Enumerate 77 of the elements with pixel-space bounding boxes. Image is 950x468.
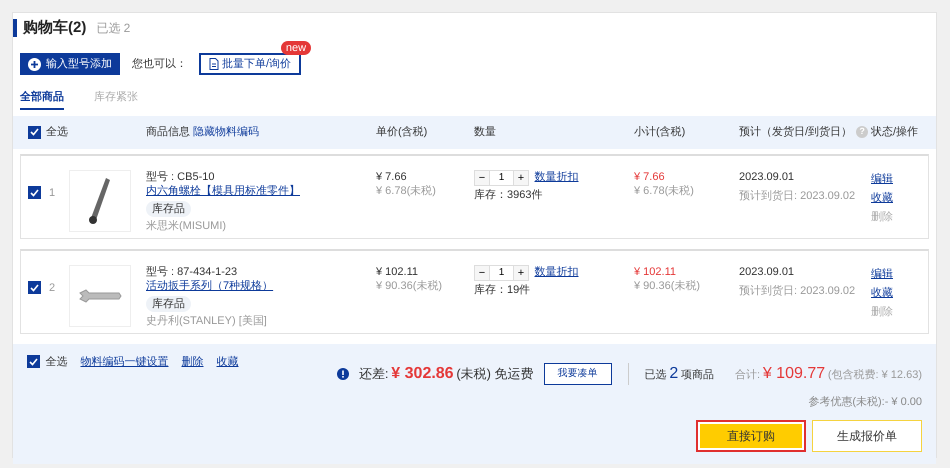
unit-price: ¥ 102.11 [376,264,420,279]
quantity-field[interactable]: 1 [490,264,513,280]
arrival-date: 预计到货日: 2023.09.02 [739,189,856,204]
selected-label: 项商品 [681,368,714,382]
action-link[interactable]: 编辑 [871,170,928,188]
quantity-field[interactable]: 1 [490,170,513,186]
stock-tag: 库存品 [146,201,191,218]
unit-price: ¥ 7.66 [376,170,408,184]
shortfall-amount: ¥ 302.86 [391,364,454,384]
unit-price-net: ¥ 90.36(未税) [376,278,444,294]
footer-link[interactable]: 删除 [182,354,204,370]
select-all-label: 全选 [46,124,68,140]
action-link[interactable]: 收藏 [871,188,928,208]
checkbox[interactable] [28,126,41,138]
subtotal: ¥ 102.11 [634,264,678,279]
discount-note: 参考优惠(未税):- ¥ 0.00 [807,394,922,410]
decrease-button[interactable]: − [474,170,490,186]
product-image [69,264,131,326]
stock-tag: 库存品 [146,296,191,312]
arrival-date: 预计到货日: 2023.09.02 [739,284,856,299]
increase-button[interactable]: + [513,170,529,186]
row-number: 2 [49,282,56,294]
column-header: 小计(含税) [634,124,686,140]
subtotal-net: ¥ 90.36(未税) [634,278,702,294]
column-header: 单价(含税) [376,124,428,140]
model-number: 型号 : 87-434-1-23 [146,264,238,279]
model-number: 型号 : CB5-10 [146,170,216,184]
shortfall-note: (未税) 免运费 [456,364,534,383]
subtotal: ¥ 7.66 [634,170,666,184]
stock-count: 库存：3963件 [474,188,544,203]
total-label: 合计: [735,368,760,382]
selected-count: 2 [669,364,678,384]
ship-date: 2023.09.01 [739,170,796,184]
checkbox[interactable] [28,281,41,294]
also-label: 您也可以： [132,56,187,72]
quantity-discount-link[interactable]: 数量折扣 [534,265,578,280]
selected-label: 已选 [644,368,667,382]
column-header: 状态/操作 [871,124,918,140]
brand-text: 史丹利(STANLEY) [美国] [146,314,268,328]
action-link[interactable]: 编辑 [871,264,928,284]
product-name-link[interactable]: 内六角螺栓【模具用标准零件】 [146,184,300,198]
total-amount: ¥ 109.77 [762,364,826,384]
unit-price-net: ¥ 6.78(未税) [376,184,437,198]
footer-link[interactable]: 收藏 [216,354,238,370]
column-header: 商品信息 [146,126,190,138]
plus-circle-icon [28,58,41,70]
product-image [69,170,131,232]
action-link[interactable]: 收藏 [871,284,928,302]
document-icon [209,58,219,70]
product-name-link[interactable]: 活动扳手系列（7种规格） [146,278,274,294]
ship-date: 2023.09.01 [739,264,796,279]
new-badge: new [280,41,312,55]
stock-count: 库存：19件 [474,283,532,298]
select-all-label: 全选 [46,354,68,370]
shortfall-label: 还差: [358,364,389,382]
add-by-model-button[interactable]: 输入型号添加 [20,53,120,75]
checkbox[interactable] [27,355,40,368]
page-title: 购物车(2) [13,19,86,37]
column-header: 预计（发货日/到货日） [739,124,852,140]
top-up-button[interactable]: 我要凑单 [544,362,612,384]
tax-note: (包含税费: ¥ 12.63) [828,368,922,382]
checkbox[interactable] [28,186,41,199]
selected-count: 已选 2 [96,20,130,37]
footer-link[interactable]: 物料编码一键设置 [80,354,168,370]
quote-button[interactable]: 生成报价单 [812,420,922,452]
column-header: 数量 [474,124,496,140]
tab[interactable]: 全部商品 [20,89,64,110]
info-icon [336,368,349,380]
row-number: 1 [49,187,56,199]
brand-text: 米思米(MISUMI) [146,219,228,234]
quantity-discount-link[interactable]: 数量折扣 [534,170,578,185]
hide-code-link[interactable]: 隐藏物料编码 [193,126,260,138]
subtotal-net: ¥ 6.78(未税) [634,184,695,198]
bulk-order-button[interactable]: 批量下单/询价 [199,53,302,75]
increase-button[interactable]: + [513,264,529,280]
order-button[interactable]: 直接订购 [696,420,806,452]
decrease-button[interactable]: − [474,264,490,280]
